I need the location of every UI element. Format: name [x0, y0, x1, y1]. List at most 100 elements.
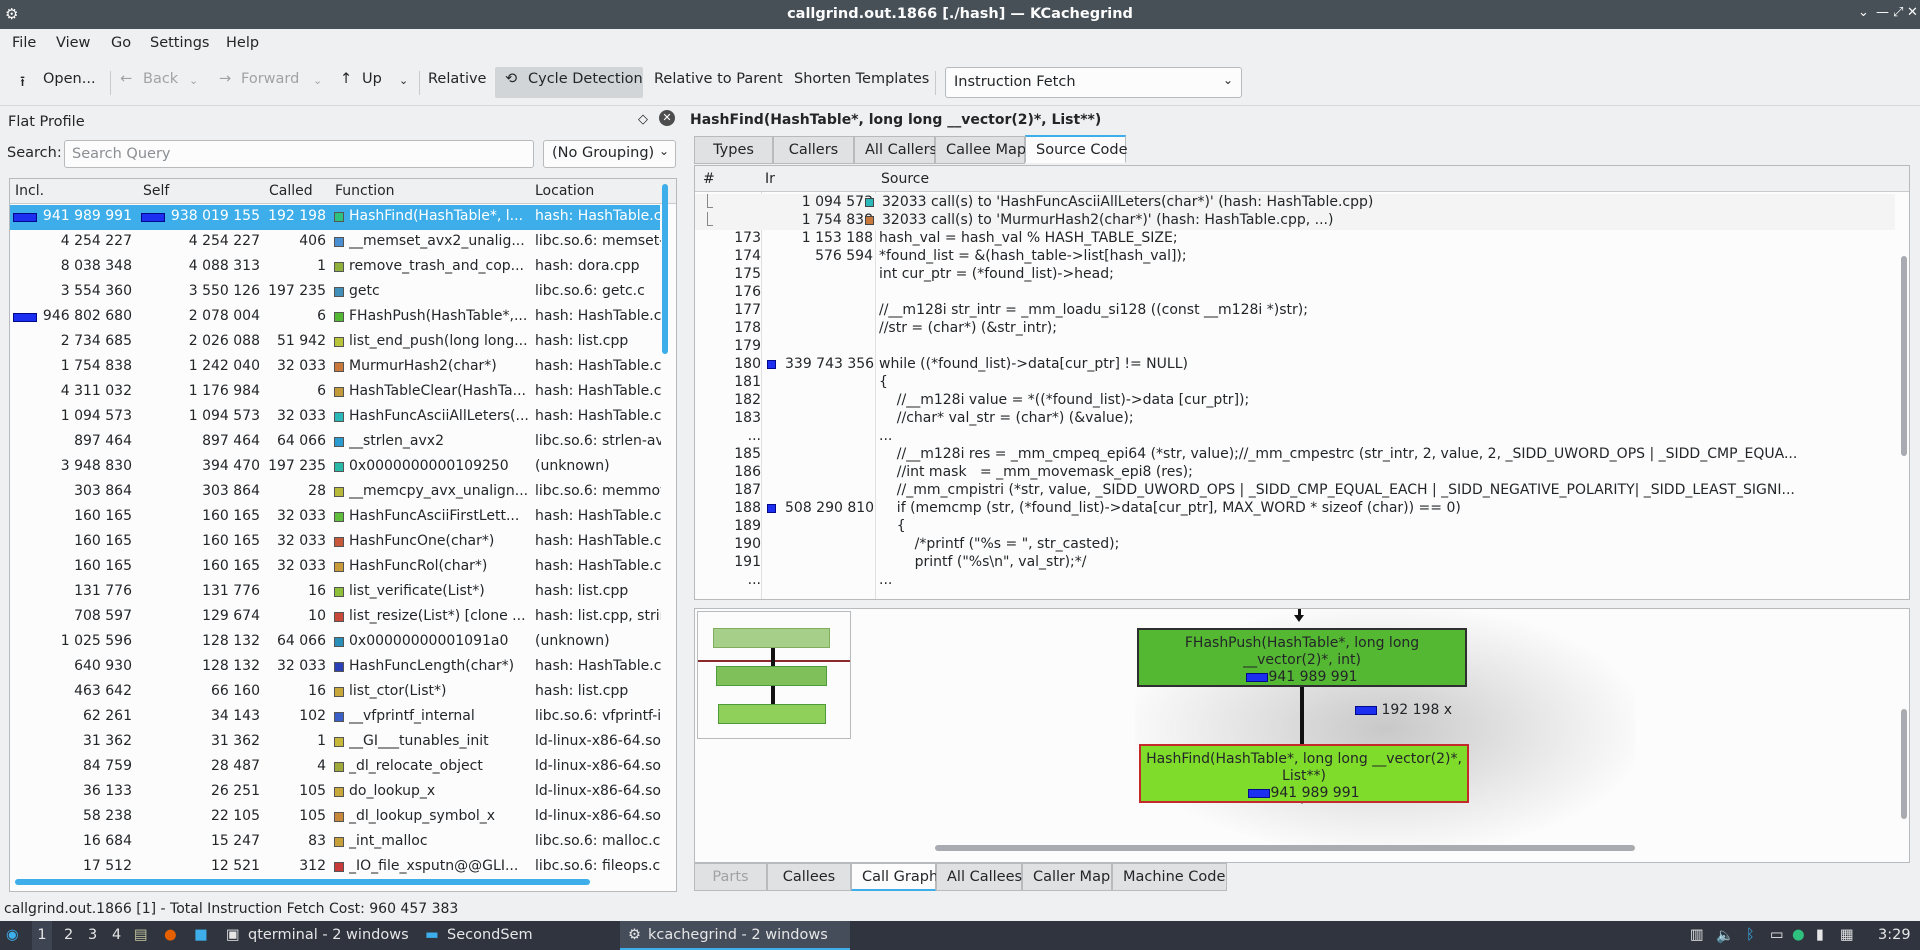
source-line[interactable]: 176	[695, 284, 1895, 302]
desktop-icon[interactable]: ■	[194, 927, 208, 943]
column-incl[interactable]: Incl.	[15, 183, 44, 199]
graph-node-caller[interactable]: FHashPush(HashTable*, long long __vector…	[1137, 628, 1467, 687]
minimize-icon[interactable]: —	[1876, 5, 1889, 20]
source-line[interactable]: ......	[695, 428, 1895, 446]
horizontal-scrollbar[interactable]	[935, 845, 1635, 851]
menu-view[interactable]: View	[56, 35, 90, 51]
source-line[interactable]: 179	[695, 338, 1895, 356]
tab-call-graph[interactable]: Call Graph	[851, 863, 938, 891]
table-row[interactable]: 708 597 129 674 10 list_resize(List*) [clon…	[10, 605, 661, 630]
shorten-templates-button[interactable]: Shorten Templates	[794, 71, 929, 87]
source-line[interactable]: 187 //_mm_cmpistri (*str, value, _SIDD_U…	[695, 482, 1895, 500]
table-row[interactable]: 1 025 596 128 132 64 066 0x00000000001091a0…	[10, 630, 660, 655]
tab-parts[interactable]: Parts	[694, 863, 767, 891]
source-line[interactable]: 188 508 290 810 if (memcmp (str, (*found_…	[695, 500, 1895, 518]
source-line[interactable]: 178 //str = (char*) (&str_intr);	[695, 320, 1895, 338]
tab-caller-map[interactable]: Caller Map	[1022, 863, 1112, 891]
column-function[interactable]: Function	[335, 183, 395, 199]
workspace-3[interactable]: 3	[88, 927, 97, 943]
table-row[interactable]: 1 754 838 1 242 040 32 033 MurmurHash2(char…	[10, 355, 661, 380]
horizontal-scrollbar[interactable]	[15, 879, 590, 885]
menu-file[interactable]: File	[12, 35, 36, 51]
table-row[interactable]: 58 238 22 105 105 _dl_lookup_symbol_x ld-lin…	[10, 805, 661, 830]
keep-above-icon[interactable]: ⌄	[1858, 5, 1869, 20]
table-row[interactable]: 4 254 227 4 254 227 406 __memset_avx2_unali…	[10, 230, 661, 255]
table-row[interactable]: 8 038 348 4 088 313 1 remove_trash_and_cop.…	[10, 255, 660, 280]
source-line[interactable]: 190 /*printf ("%s = ", str_casted);	[695, 536, 1895, 554]
table-row[interactable]: 3 554 360 3 550 126 197 235 getc libc.so.6: …	[10, 280, 660, 305]
workspace-2[interactable]: 2	[64, 927, 73, 943]
source-line[interactable]: 182 //__m128i value = *((*found_list)->d…	[695, 392, 1895, 410]
tab-callees[interactable]: Callees	[767, 863, 851, 891]
tab-callee-map[interactable]: Callee Map	[935, 136, 1026, 164]
column-line-number[interactable]: #	[703, 171, 715, 187]
chevron-down-icon[interactable]: ⌄	[313, 74, 322, 87]
trash-icon[interactable]: ▥	[1690, 927, 1704, 943]
forward-button[interactable]: Forward	[241, 71, 299, 87]
tab-types[interactable]: Types	[694, 136, 773, 164]
call-graph-view[interactable]: FHashPush(HashTable*, long long __vector…	[694, 608, 1910, 863]
table-row[interactable]: 3 948 830 394 470 197 235 0x000000000010925…	[10, 455, 660, 480]
event-type-select[interactable]: Instruction Fetch ⌄	[945, 67, 1242, 98]
open-button[interactable]: Open...	[43, 71, 96, 87]
table-row[interactable]: 4 311 032 1 176 984 6 HashTableClear(HashTa…	[10, 380, 661, 405]
menu-go[interactable]: Go	[111, 35, 131, 51]
task-qterminal[interactable]: qterminal - 2 windows	[248, 927, 409, 943]
float-dock-icon[interactable]: ◇	[638, 112, 648, 127]
table-row[interactable]: 160 165 160 165 32 033 HashFuncAsciiFirstLe…	[10, 505, 661, 530]
table-row[interactable]: 946 802 680 2 078 004 6 FHashPush(HashTable…	[10, 305, 661, 330]
network-icon[interactable]: ●	[1792, 927, 1805, 943]
table-row[interactable]: 2 734 685 2 026 088 51 942 list_end_push(lo…	[10, 330, 660, 355]
table-row[interactable]: 463 642 66 160 16 list_ctor(List*) hash: lis…	[10, 680, 660, 705]
source-call-line[interactable]: 1 754 838 32033 call(s) to 'MurmurHash2(c…	[695, 212, 1895, 230]
table-row[interactable]: 160 165 160 165 32 033 HashFuncOne(char*) ha…	[10, 530, 661, 555]
graph-node-current[interactable]: HashFind(HashTable*, long long __vector(…	[1139, 744, 1469, 803]
source-line[interactable]: 181 {	[695, 374, 1895, 392]
table-row[interactable]: 17 512 12 521 312 _IO_file_xsputn@@GLI... li…	[10, 855, 660, 880]
graph-overview[interactable]	[697, 611, 851, 739]
table-row[interactable]: 84 759 28 487 4 _dl_relocate_object ld-linux…	[10, 755, 661, 780]
column-location[interactable]: Location	[535, 183, 594, 199]
tab-machine-code[interactable]: Machine Code	[1112, 863, 1227, 891]
source-line[interactable]: 177 //__m128i str_intr = _mm_loadu_si128 …	[695, 302, 1895, 320]
back-button[interactable]: Back	[143, 71, 178, 87]
source-line[interactable]: 186 //int mask = _mm_movemask_epi8 (res)…	[695, 464, 1895, 482]
source-line[interactable]: ......	[695, 572, 1895, 590]
source-call-line[interactable]: 1 094 573 32033 call(s) to 'HashFuncAscii…	[695, 194, 1895, 212]
table-row[interactable]: 131 776 131 776 16 list_verificate(List*) ha…	[10, 580, 660, 605]
table-row[interactable]: 1 094 573 1 094 573 32 033 HashFuncAsciiAll…	[10, 405, 661, 430]
grouping-select[interactable]: (No Grouping) ⌄	[543, 140, 676, 168]
column-self[interactable]: Self	[143, 183, 169, 199]
up-button[interactable]: Up	[362, 71, 382, 87]
menu-help[interactable]: Help	[226, 35, 259, 51]
bluetooth-icon[interactable]: ᛒ	[1746, 927, 1755, 943]
tab-all-callees[interactable]: All Callees	[936, 863, 1022, 891]
source-code-view[interactable]: # Ir Source 1 094 573 32033 call(s) to 'H…	[694, 165, 1910, 600]
cycle-detection-button[interactable]: Cycle Detection	[528, 71, 643, 87]
table-row[interactable]: 897 464 897 464 64 066 __strlen_avx2 libc.so…	[10, 430, 661, 455]
notification-icon[interactable]: ▦	[1840, 927, 1854, 943]
column-called[interactable]: Called	[269, 183, 313, 199]
workspace-4[interactable]: 4	[112, 927, 121, 943]
relative-to-parent-button[interactable]: Relative to Parent	[654, 71, 783, 87]
vertical-scrollbar[interactable]	[1901, 256, 1907, 456]
maximize-icon[interactable]: ⤢	[1893, 5, 1903, 20]
tab-callers[interactable]: Callers	[773, 136, 854, 164]
close-icon[interactable]: ✕	[1907, 5, 1918, 20]
table-row[interactable]: 62 261 34 143 102 __vfprintf_internal libc.s…	[10, 705, 661, 730]
table-row[interactable]: 31 362 31 362 1 __GI___tunables_init ld-linu…	[10, 730, 661, 755]
tab-all-callers[interactable]: All Callers	[854, 136, 937, 164]
source-line[interactable]: 180 339 743 356 while ((*found_list)->data…	[695, 356, 1895, 374]
battery-icon[interactable]: ▮	[1816, 927, 1824, 943]
table-row[interactable]: 36 133 26 251 105 do_lookup_x ld-linux-x86-6…	[10, 780, 661, 805]
source-line[interactable]: 183 //char* val_str = (char*) (&value);	[695, 410, 1895, 428]
task-kcachegrind[interactable]: kcachegrind - 2 windows	[648, 927, 828, 943]
source-line[interactable]: 173 1 153 188 hash_val = hash_val % HASH_T…	[695, 230, 1895, 248]
source-line[interactable]: 175 int cur_ptr = (*found_list)->head;	[695, 266, 1895, 284]
column-source[interactable]: Source	[881, 171, 929, 187]
start-menu-icon[interactable]: ◉	[6, 927, 19, 943]
search-input[interactable]: Search Query	[64, 140, 534, 168]
column-ir[interactable]: Ir	[765, 171, 775, 187]
source-line[interactable]: 191 printf ("%s\n", val_str);*/	[695, 554, 1895, 572]
table-row[interactable]: 160 165 160 165 32 033 HashFuncRol(char*) ha…	[10, 555, 661, 580]
